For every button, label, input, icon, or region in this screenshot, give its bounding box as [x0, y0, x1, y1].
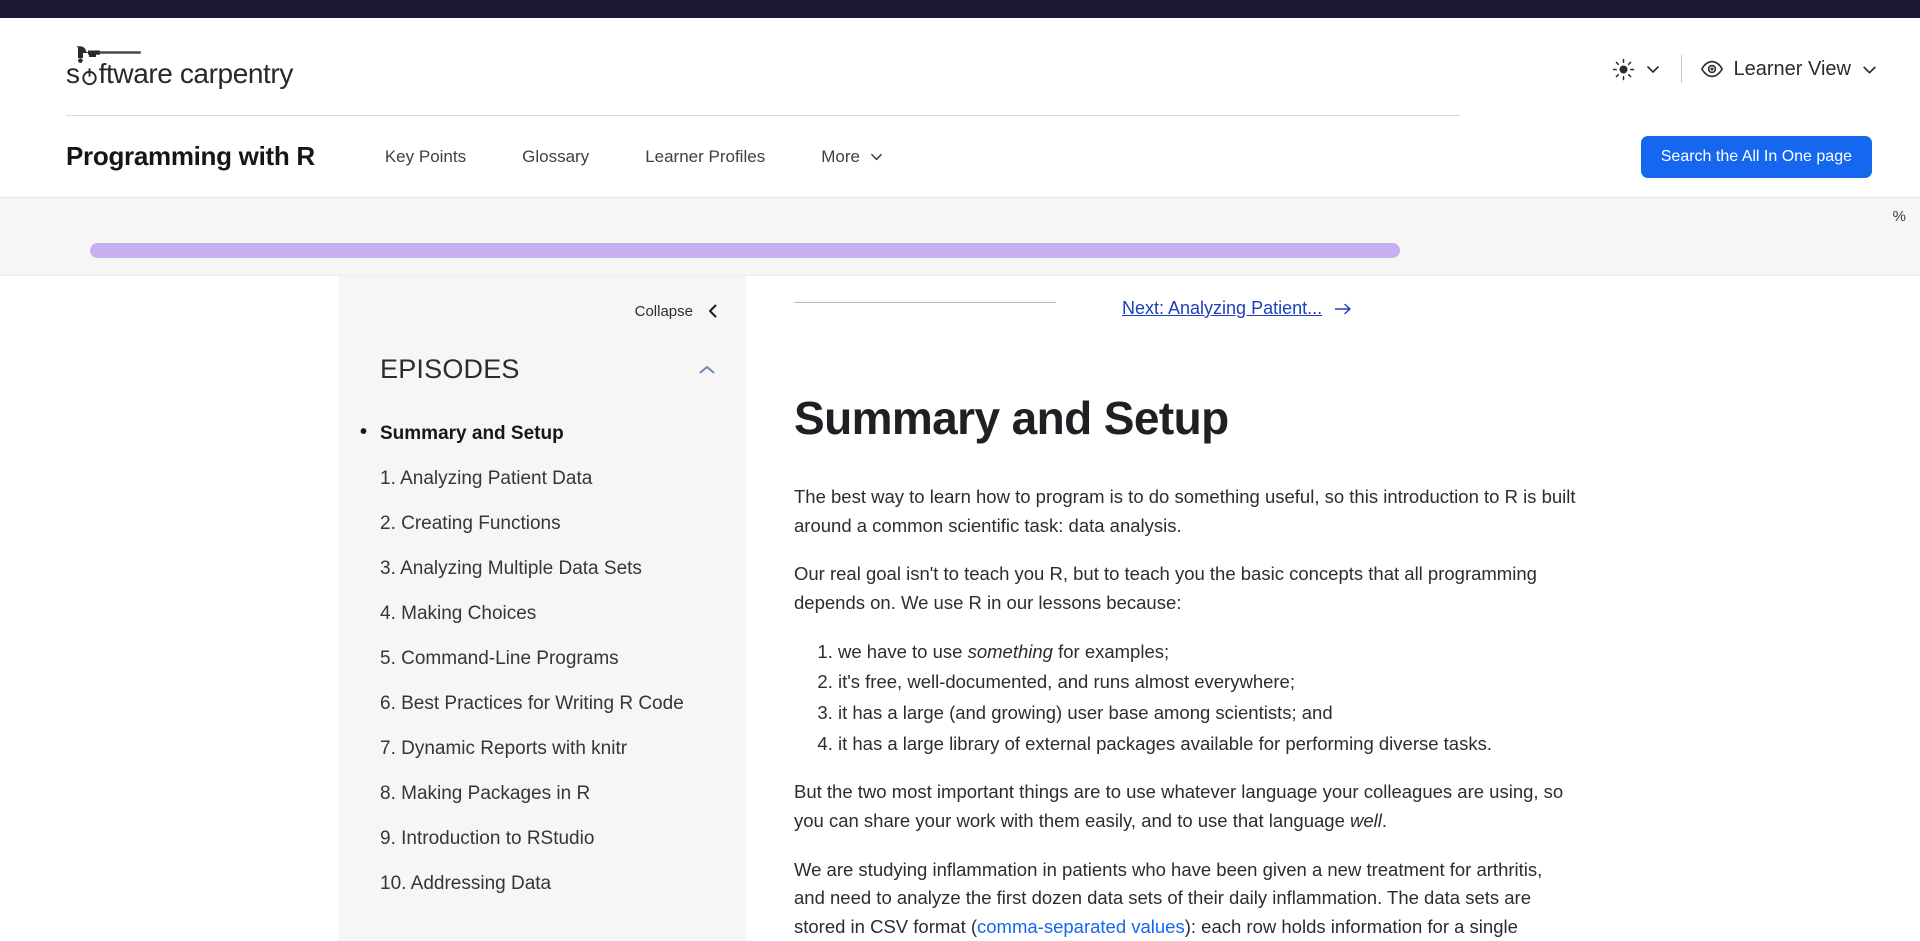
sidebar-item-introduction-to-rstudio[interactable]: 9. Introduction to RStudio: [380, 816, 726, 861]
nav-item-more[interactable]: More: [793, 147, 912, 167]
progress-band: %: [0, 198, 1920, 276]
lesson-nav-links: Key Points Glossary Learner Profiles Mor…: [357, 147, 912, 167]
eye-icon: [1700, 57, 1724, 81]
lesson-title: Programming with R: [66, 141, 315, 171]
sidebar-item-making-choices[interactable]: 4. Making Choices: [380, 591, 726, 636]
search-all-in-one-button[interactable]: Search the All In One page: [1640, 135, 1872, 178]
masthead-controls: Learner View: [1598, 54, 1890, 84]
progress-bar[interactable]: [90, 243, 1400, 258]
sidebar-item-best-practices-for-writing-r-code[interactable]: 6. Best Practices for Writing R Code: [380, 681, 726, 726]
episode-list: Summary and Setup 1. Analyzing Patient D…: [338, 411, 746, 906]
main-content: Next: Analyzing Patient... Summary and S…: [746, 276, 1920, 941]
dataset-paragraph: We are studying inflammation in patients…: [794, 856, 1576, 941]
lesson-navbar: Programming with R Key Points Glossary L…: [0, 116, 1920, 198]
list-item: it has a large (and growing) user base a…: [838, 699, 1576, 728]
reason-1-post: for examples;: [1052, 640, 1170, 662]
episodes-header[interactable]: EPISODES: [338, 328, 746, 385]
list-item: we have to use something for examples;: [838, 638, 1576, 667]
sidebar-item-summary-and-setup[interactable]: Summary and Setup: [360, 411, 726, 456]
comma-separated-values-link[interactable]: comma-separated values: [977, 916, 1185, 937]
episodes-title: EPISODES: [380, 354, 520, 384]
collapse-sidebar-button[interactable]: Collapse: [338, 294, 746, 328]
reasons-list: we have to use something for examples; i…: [794, 638, 1576, 759]
reason-1-pre: we have to use: [838, 640, 968, 662]
important-post: .: [1381, 810, 1388, 832]
intro-paragraph: The best way to learn how to program is …: [794, 486, 1576, 536]
site-logo[interactable]: s ftware carpentry: [66, 44, 306, 88]
chevron-left-icon: [706, 303, 720, 319]
important-things-paragraph: But the two most important things are to…: [794, 778, 1576, 835]
content-top-nav: Next: Analyzing Patient...: [794, 276, 1920, 336]
important-emphasis: well: [1350, 810, 1382, 832]
nav-item-key-points[interactable]: Key Points: [357, 147, 494, 167]
content-top-divider: [794, 302, 1056, 303]
article-body: The best way to learn how to program is …: [794, 483, 1576, 941]
page-body: Collapse EPISODES Summary and Setup 1. A…: [0, 276, 1920, 941]
site-masthead: s ftware carpentry Learner View: [0, 18, 1920, 116]
power-icon: [80, 67, 99, 86]
progress-percent-label: %: [1892, 208, 1906, 225]
nav-item-learner-profiles[interactable]: Learner Profiles: [617, 147, 793, 167]
chevron-up-icon[interactable]: [698, 364, 716, 376]
hammer-icon: [74, 44, 184, 66]
next-episode-label: Next: Analyzing Patient...: [1122, 298, 1323, 318]
page-title: Summary and Setup: [794, 392, 1229, 444]
chevron-down-icon: [869, 149, 884, 164]
sidebar-item-creating-functions[interactable]: 2. Creating Functions: [380, 501, 726, 546]
sidebar-item-analyzing-multiple-data-sets[interactable]: 3. Analyzing Multiple Data Sets: [380, 546, 726, 591]
sidebar-item-addressing-data[interactable]: 10. Addressing Data: [380, 861, 726, 906]
controls-divider: [1680, 55, 1682, 83]
nav-item-more-label: More: [821, 146, 860, 166]
sun-icon: [1612, 58, 1635, 81]
arrow-right-icon: [1334, 302, 1352, 316]
chevron-down-icon: [1645, 61, 1661, 77]
view-switcher-label: Learner View: [1733, 57, 1851, 80]
list-item: it has a large library of external packa…: [838, 730, 1576, 759]
collapse-sidebar-label: Collapse: [634, 302, 693, 320]
reason-1-emphasis: something: [967, 640, 1053, 662]
theme-switcher[interactable]: [1598, 58, 1675, 81]
chevron-down-icon: [1861, 61, 1878, 78]
sidebar-item-making-packages-in-r[interactable]: 8. Making Packages in R: [380, 771, 726, 816]
nav-item-glossary[interactable]: Glossary: [494, 147, 617, 167]
next-episode-link[interactable]: Next: Analyzing Patient...: [1122, 298, 1352, 319]
goal-paragraph: Our real goal isn't to teach you R, but …: [794, 563, 1537, 614]
list-item: it's free, well-documented, and runs alm…: [838, 668, 1576, 697]
view-switcher[interactable]: Learner View: [1688, 57, 1890, 81]
sidebar-item-command-line-programs[interactable]: 5. Command-Line Programs: [380, 636, 726, 681]
episodes-sidebar: Collapse EPISODES Summary and Setup 1. A…: [338, 276, 746, 941]
sidebar-item-analyzing-patient-data[interactable]: 1. Analyzing Patient Data: [380, 456, 726, 501]
sidebar-item-dynamic-reports-with-knitr[interactable]: 7. Dynamic Reports with knitr: [380, 726, 726, 771]
top-accent-bar: [0, 0, 1920, 18]
important-pre: But the two most important things are to…: [794, 781, 1564, 832]
